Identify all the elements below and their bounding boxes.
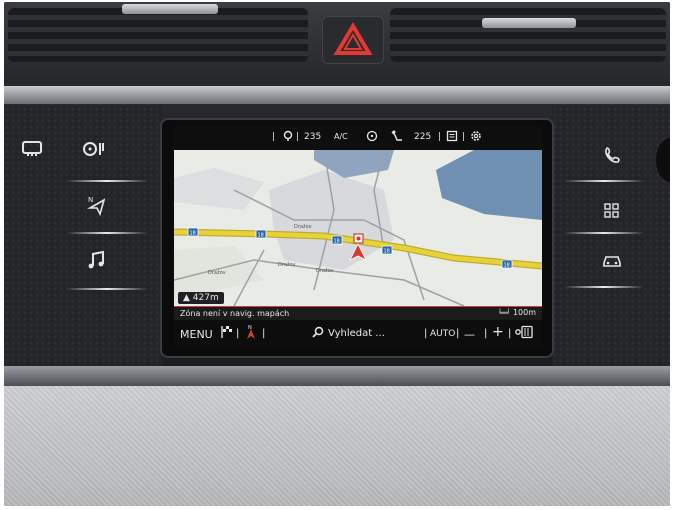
info-bar: Zóna není v navig. mapách ╘═╛ 100m — [174, 306, 542, 321]
divider: | — [272, 132, 276, 142]
road-label: Dražov — [294, 223, 312, 230]
right-button-panel — [552, 106, 670, 366]
hazard-button[interactable] — [322, 16, 384, 64]
destination-marker[interactable] — [353, 233, 364, 244]
fan-icon[interactable] — [366, 130, 378, 145]
climate-fan-icon[interactable] — [74, 140, 114, 162]
route-badge: 18 — [187, 227, 199, 237]
left-vent-handle[interactable] — [122, 4, 218, 14]
divider: | — [236, 328, 240, 339]
right-air-vent — [390, 8, 666, 62]
zoom-out-button[interactable]: — — [464, 328, 475, 341]
svg-text:18: 18 — [258, 233, 264, 239]
seat-heat-icon[interactable] — [282, 130, 294, 145]
compass-north-icon[interactable]: N — [244, 324, 258, 343]
air-distribution-icon[interactable] — [390, 130, 404, 145]
fabric-dashboard — [4, 386, 670, 506]
divider: | — [456, 328, 460, 339]
navigation-icon[interactable]: N — [76, 194, 116, 220]
divider: | — [438, 132, 442, 142]
svg-text:18: 18 — [504, 263, 510, 269]
road-label: Dražov — [316, 267, 334, 274]
apps-grid-icon[interactable] — [592, 202, 632, 224]
divider: | — [424, 328, 428, 339]
mountain-icon: ▲ — [183, 293, 190, 303]
divider — [564, 286, 644, 288]
svg-text:18: 18 — [190, 231, 196, 237]
divider: | — [262, 328, 266, 339]
phone-icon[interactable] — [592, 146, 632, 168]
chrome-trim — [4, 86, 670, 104]
search-button[interactable]: Vyhledat ... — [328, 328, 385, 339]
map-options-icon[interactable] — [514, 325, 534, 342]
svg-text:18: 18 — [334, 239, 340, 245]
music-note-icon[interactable] — [76, 250, 116, 274]
divider — [564, 232, 644, 234]
right-temperature[interactable]: 225 — [414, 132, 431, 142]
status-message: Zóna není v navig. mapách — [180, 309, 290, 318]
route-badge: 18 — [381, 245, 393, 255]
notes-icon[interactable] — [446, 130, 458, 145]
divider — [66, 232, 148, 234]
ac-label[interactable]: A/C — [334, 132, 348, 141]
divider: | — [462, 132, 466, 142]
divider: | — [508, 328, 512, 339]
divider: | — [296, 132, 300, 142]
svg-text:18: 18 — [384, 249, 390, 255]
rear-defrost-icon[interactable] — [12, 140, 52, 160]
infotainment-screen: | | 235 A/C 225 | | Dražov Dražov Dražov… — [174, 126, 542, 348]
divider: | — [484, 328, 488, 339]
right-vent-handle[interactable] — [482, 18, 576, 28]
bottom-toolbar: MENU | N | Vyhledat ... | AUTO | — | + | — [174, 320, 542, 348]
air-vents — [4, 2, 670, 84]
destination-flag-icon[interactable] — [220, 325, 234, 342]
svg-text:N: N — [88, 196, 93, 204]
navigation-map[interactable]: Dražov Dražov Dražov Dražov 18 18 18 18 — [174, 150, 542, 306]
zoom-in-button[interactable]: + — [492, 324, 504, 340]
lower-chrome-trim — [4, 366, 670, 386]
road-label: Dražov — [208, 269, 226, 276]
settings-gear-icon[interactable] — [470, 130, 482, 145]
road-label: Dražov — [278, 261, 296, 268]
left-temperature[interactable]: 235 — [304, 132, 321, 142]
route-badge: 18 — [331, 235, 343, 245]
divider — [66, 180, 148, 182]
menu-button[interactable]: MENU — [180, 328, 213, 341]
car-dashboard-photo: N | | 235 A/C 225 | | Dražov Dražov Draž… — [4, 2, 670, 506]
car-settings-icon[interactable] — [592, 252, 632, 272]
turn-distance: ▲ 427m — [178, 292, 224, 304]
left-button-panel: N — [4, 106, 162, 366]
auto-zoom-button[interactable]: AUTO — [430, 329, 455, 339]
search-icon[interactable] — [312, 326, 324, 341]
divider — [564, 180, 644, 182]
divider — [66, 288, 148, 290]
route-badge: 18 — [501, 259, 513, 269]
scale-bar-icon: ╘═╛ — [497, 309, 511, 317]
left-air-vent — [8, 8, 308, 62]
map-scale: ╘═╛ 100m — [498, 308, 536, 317]
scale-value: 100m — [512, 308, 536, 317]
distance-value: 427m — [192, 293, 219, 303]
status-bar: | | 235 A/C 225 | | — [174, 126, 542, 150]
route-badge: 18 — [255, 229, 267, 239]
